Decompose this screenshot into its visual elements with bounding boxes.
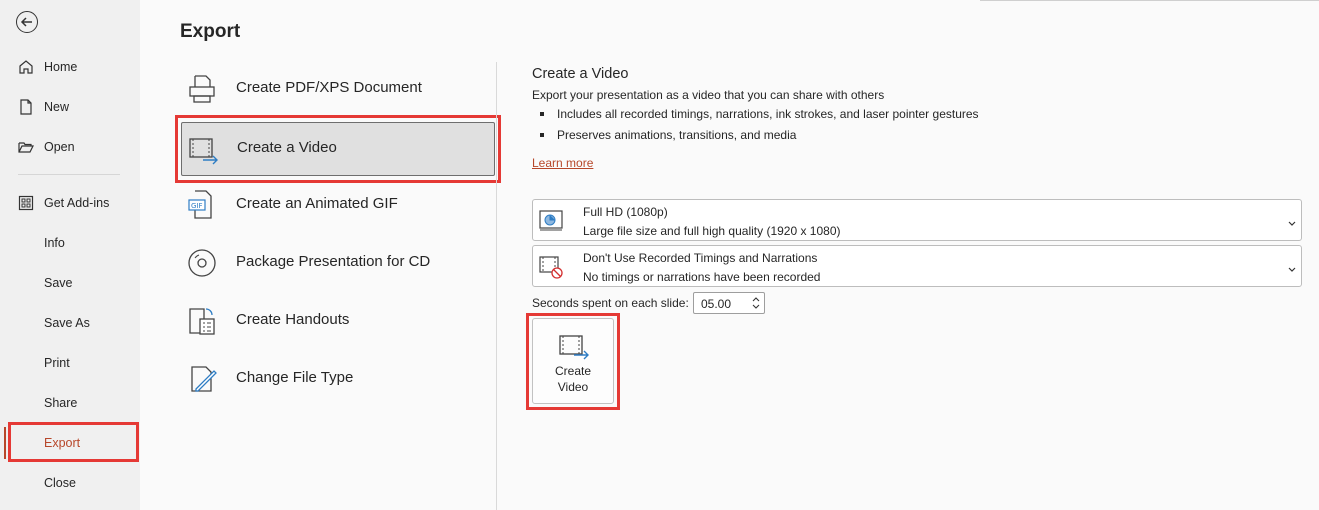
cd-icon	[186, 247, 218, 279]
option-label: Change File Type	[236, 369, 354, 386]
sidebar-item-save-as[interactable]: Save As	[0, 310, 140, 336]
sidebar-item-label: Save As	[44, 316, 90, 330]
column-divider	[496, 62, 497, 510]
sidebar-item-label: New	[44, 100, 70, 114]
change-file-type-icon	[186, 363, 218, 395]
svg-text:GIF: GIF	[191, 202, 203, 210]
seconds-spinner[interactable]: 05.00	[693, 292, 765, 314]
spinner-arrows-icon[interactable]	[750, 294, 762, 312]
pdf-xps-document-icon	[186, 73, 218, 105]
quality-dropdown[interactable]: Full HD (1080p) Large file size and full…	[532, 199, 1302, 241]
handouts-icon	[186, 305, 218, 337]
sidebar-item-info[interactable]: Info	[0, 230, 140, 256]
new-document-icon	[17, 98, 35, 116]
create-video-label-line2: Video	[557, 380, 589, 394]
sidebar-item-export[interactable]: Export	[0, 430, 140, 456]
video-icon	[558, 333, 590, 361]
option-package-for-cd[interactable]: Package Presentation for CD	[180, 236, 496, 290]
create-video-label-line1: Create	[554, 364, 592, 378]
page-title: Export	[180, 21, 241, 42]
chevron-down-icon	[1287, 261, 1297, 272]
details-description: Export your presentation as a video that…	[532, 88, 885, 102]
sidebar-item-label: Close	[44, 476, 76, 490]
add-ins-grid-icon	[17, 194, 35, 212]
sidebar-item-label: Save	[44, 276, 73, 290]
sidebar-item-label: Home	[44, 60, 78, 74]
sidebar-item-get-add-ins[interactable]: Get Add-ins	[0, 190, 140, 216]
timings-dropdown[interactable]: Don't Use Recorded Timings and Narration…	[532, 245, 1302, 287]
sidebar-item-close[interactable]: Close	[0, 470, 140, 496]
no-timings-icon	[538, 254, 564, 280]
chevron-down-icon	[1287, 215, 1297, 226]
top-edge-line	[980, 0, 1319, 1]
option-label: Package Presentation for CD	[236, 253, 431, 270]
sidebar-item-label: Open	[44, 140, 75, 154]
sidebar-item-label: Info	[44, 236, 65, 250]
sidebar-item-label: Share	[44, 396, 78, 410]
home-icon	[17, 58, 35, 76]
backstage-sidebar: Home New Open Get Add-ins Info Save Save…	[0, 0, 140, 510]
sidebar-item-share[interactable]: Share	[0, 390, 140, 416]
sidebar-item-label: Export	[44, 436, 81, 450]
seconds-label: Seconds spent on each slide:	[532, 296, 689, 310]
quality-subtitle: Large file size and full high quality (1…	[583, 224, 841, 238]
seconds-value[interactable]: 05.00	[701, 297, 731, 311]
timings-title: Don't Use Recorded Timings and Narration…	[583, 251, 818, 265]
sidebar-item-save[interactable]: Save	[0, 270, 140, 296]
option-label: Create Handouts	[236, 311, 350, 328]
sidebar-item-new[interactable]: New	[0, 94, 140, 120]
option-change-file-type[interactable]: Change File Type	[180, 352, 496, 406]
option-label: Create an Animated GIF	[236, 195, 398, 212]
quality-title: Full HD (1080p)	[583, 205, 668, 219]
timings-subtitle: No timings or narrations have been recor…	[583, 270, 821, 284]
video-icon	[187, 133, 219, 165]
sidebar-divider	[18, 174, 120, 175]
option-label: Create a Video	[237, 139, 337, 156]
sidebar-item-label: Get Add-ins	[44, 196, 110, 210]
monitor-quality-icon	[538, 208, 564, 234]
option-create-animated-gif[interactable]: GIF Create an Animated GIF	[180, 178, 496, 232]
option-create-video[interactable]: Create a Video	[181, 122, 495, 176]
option-label: Create PDF/XPS Document	[236, 79, 422, 96]
option-create-pdf-xps[interactable]: Create PDF/XPS Document	[180, 62, 496, 116]
sidebar-item-home[interactable]: Home	[0, 54, 140, 80]
learn-more-link[interactable]: Learn more	[532, 156, 593, 170]
sidebar-item-label: Print	[44, 356, 70, 370]
open-folder-icon	[17, 138, 35, 156]
option-create-handouts[interactable]: Create Handouts	[180, 294, 496, 348]
sidebar-item-print[interactable]: Print	[0, 350, 140, 376]
details-title: Create a Video	[532, 66, 629, 82]
sidebar-item-open[interactable]: Open	[0, 134, 140, 160]
gif-icon: GIF	[186, 189, 218, 221]
create-video-button[interactable]: Create Video	[532, 318, 614, 404]
back-arrow-icon[interactable]	[16, 11, 38, 33]
